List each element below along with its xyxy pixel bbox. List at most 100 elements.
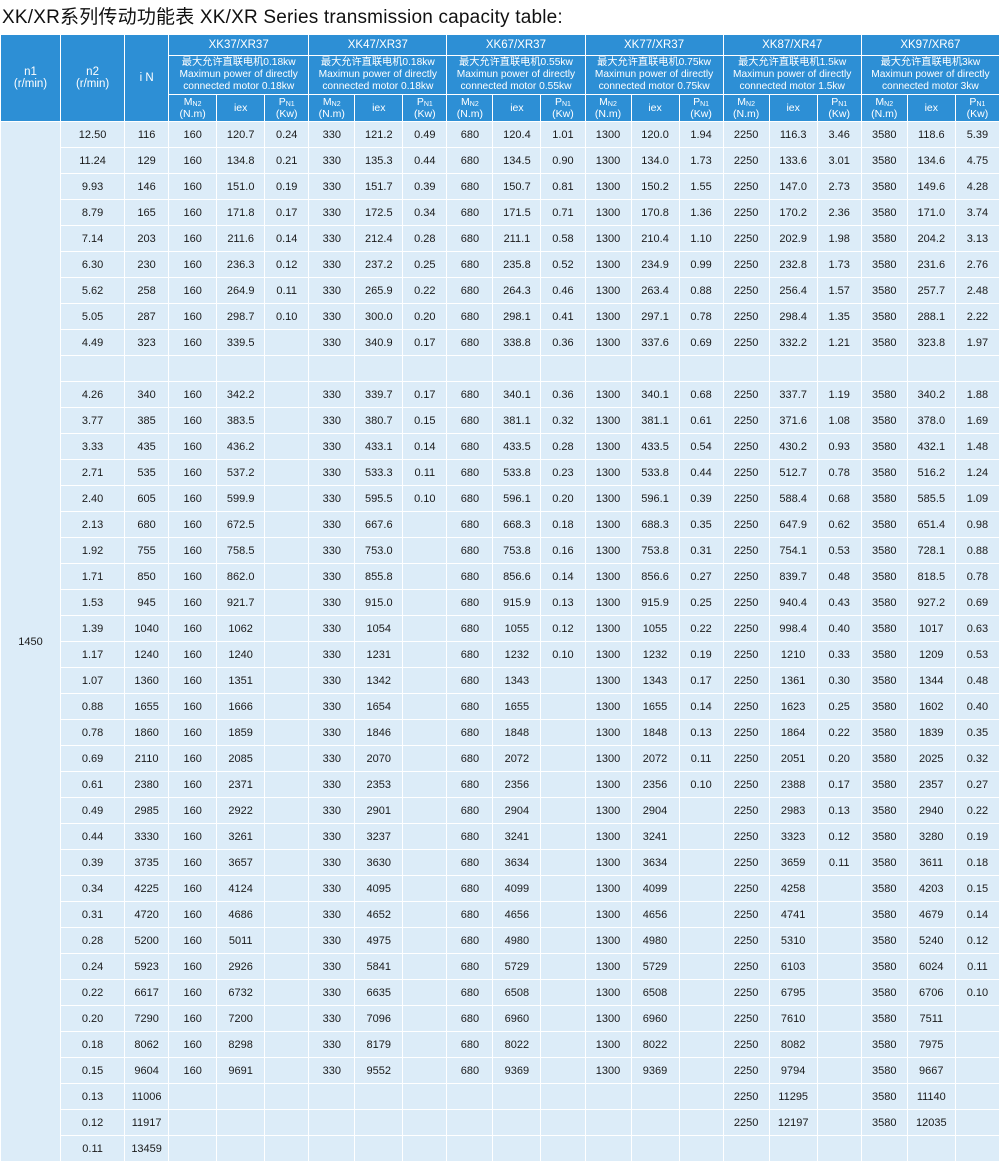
table-cell — [584, 355, 632, 382]
table-cell: 160 — [168, 433, 218, 460]
table-cell: 2250 — [722, 303, 770, 330]
table-cell: 0.41 — [540, 303, 586, 330]
table-cell: 0.39 — [60, 849, 126, 876]
table-cell: 533.8 — [492, 459, 542, 486]
table-cell: 4.75 — [954, 147, 1000, 174]
table-cell: 0.48 — [954, 667, 1000, 694]
table-row: 1.71 850 160 862.0 330 855.8 680 856.6 0.14 1300 8… — [1, 563, 1000, 590]
table-cell: 12035 — [906, 1109, 956, 1136]
table-cell: 134.0 — [630, 147, 680, 174]
model-header-4: XK87/XR47 — [722, 34, 862, 56]
table-cell: 0.78 — [678, 303, 724, 330]
n1-header: n1 (r/min) — [0, 34, 62, 122]
table-cell: 0.61 — [678, 407, 724, 434]
motor-info-line: connected motor 0.18kw — [322, 81, 434, 92]
table-cell: 212.4 — [354, 225, 404, 252]
motor-info-4: 最大允许直联电机1.5kw Maximun power of directly co… — [722, 55, 862, 95]
table-cell: 0.17 — [402, 329, 448, 356]
table-cell: 596.1 — [492, 485, 542, 512]
table-cell: 12.50 — [60, 121, 126, 148]
table-cell — [402, 1083, 448, 1110]
table-cell: 3580 — [860, 407, 908, 434]
iex-header: iex — [354, 94, 404, 122]
table-cell — [402, 511, 448, 538]
table-cell: 1.36 — [678, 199, 724, 226]
table-cell: 2250 — [722, 199, 770, 226]
table-cell: 0.11 — [954, 953, 1000, 980]
table-cell: 1.57 — [816, 277, 862, 304]
table-cell: 330 — [308, 407, 356, 434]
table-cell: 0.35 — [954, 719, 1000, 746]
capacity-table-wrapper: n1 (r/min) n2 (r/min) i N XK37/XR37 XK47… — [0, 34, 1000, 1162]
table-cell: 0.40 — [954, 693, 1000, 720]
table-cell — [954, 1005, 1000, 1032]
table-cell: 3330 — [124, 823, 170, 850]
table-cell — [678, 901, 724, 928]
table-cell: 6960 — [630, 1005, 680, 1032]
table-cell: 680 — [446, 459, 494, 486]
table-cell: 338.8 — [492, 329, 542, 356]
table-cell: 288.1 — [906, 303, 956, 330]
table-cell: 1300 — [584, 537, 632, 564]
table-cell: 2250 — [722, 849, 770, 876]
table-cell: 680 — [446, 173, 494, 200]
table-cell — [402, 537, 448, 564]
table-cell — [402, 927, 448, 954]
table-cell: 160 — [168, 693, 218, 720]
table-cell: 1.01 — [540, 121, 586, 148]
table-cell: 3580 — [860, 823, 908, 850]
table-cell: 4203 — [906, 875, 956, 902]
table-cell: 0.27 — [954, 771, 1000, 798]
table-cell: 160 — [168, 719, 218, 746]
table-cell: 0.20 — [816, 745, 862, 772]
table-cell: 430.2 — [768, 433, 818, 460]
table-cell: 2356 — [492, 771, 542, 798]
table-cell: 3.33 — [60, 433, 126, 460]
table-cell: 340 — [124, 381, 170, 408]
table-cell: 753.8 — [630, 537, 680, 564]
table-cell: 3580 — [860, 537, 908, 564]
motor-info-line: 最大允许直联电机0.55kw — [459, 57, 573, 68]
table-cell: 120.4 — [492, 121, 542, 148]
table-row: 0.39 3735 160 3657 330 3630 680 3634 1300 3634 225… — [1, 849, 1000, 876]
table-cell: 0.17 — [402, 381, 448, 408]
table-cell: 160 — [168, 1005, 218, 1032]
table-cell: 1300 — [584, 459, 632, 486]
table-header: n1 (r/min) n2 (r/min) i N XK37/XR37 XK47… — [0, 34, 1000, 122]
table-cell: 753.0 — [354, 537, 404, 564]
motor-info-line: Maximun power of directly — [594, 69, 714, 80]
table-cell: 6617 — [124, 979, 170, 1006]
table-cell: 5923 — [124, 953, 170, 980]
table-cell: 151.7 — [354, 173, 404, 200]
table-cell: 160 — [168, 381, 218, 408]
table-cell: 330 — [308, 121, 356, 148]
table-cell: 160 — [168, 589, 218, 616]
table-row: 0.28 5200 160 5011 330 4975 680 4980 1300 4980 225… — [1, 927, 1000, 954]
motor-info-line: connected motor 3kw — [881, 81, 979, 92]
table-row: 0.15 9604 160 9691 330 9552 680 9369 1300 9369 225… — [1, 1057, 1000, 1084]
torque-subscript: N2 — [331, 100, 341, 108]
table-cell: 2250 — [722, 797, 770, 824]
table-cell — [540, 1031, 586, 1058]
n1-value: 1450 — [0, 121, 62, 1162]
table-cell: 160 — [168, 121, 218, 148]
table-row: 3.33 435 160 436.2 330 433.1 0.14 680 433.5 0.28 1… — [1, 433, 1000, 460]
table-cell: 1300 — [584, 589, 632, 616]
table-cell: 2250 — [722, 459, 770, 486]
torque-header: MN2 (N.m) — [584, 94, 632, 122]
table-cell: 160 — [168, 953, 218, 980]
table-cell: 680 — [446, 745, 494, 772]
table-cell: 3580 — [860, 511, 908, 538]
table-cell: 7975 — [906, 1031, 956, 1058]
table-cell: 6508 — [630, 979, 680, 1006]
motor-info-line: 最大允许直联电机0.75kw — [597, 57, 711, 68]
table-cell: 651.4 — [906, 511, 956, 538]
table-cell: 0.43 — [816, 589, 862, 616]
table-cell: 1.07 — [60, 667, 126, 694]
table-cell: 0.53 — [954, 641, 1000, 668]
table-cell — [308, 1135, 356, 1162]
table-cell: 1017 — [906, 615, 956, 642]
table-cell: 330 — [308, 511, 356, 538]
table-cell: 758.5 — [216, 537, 266, 564]
table-cell: 915.0 — [354, 589, 404, 616]
